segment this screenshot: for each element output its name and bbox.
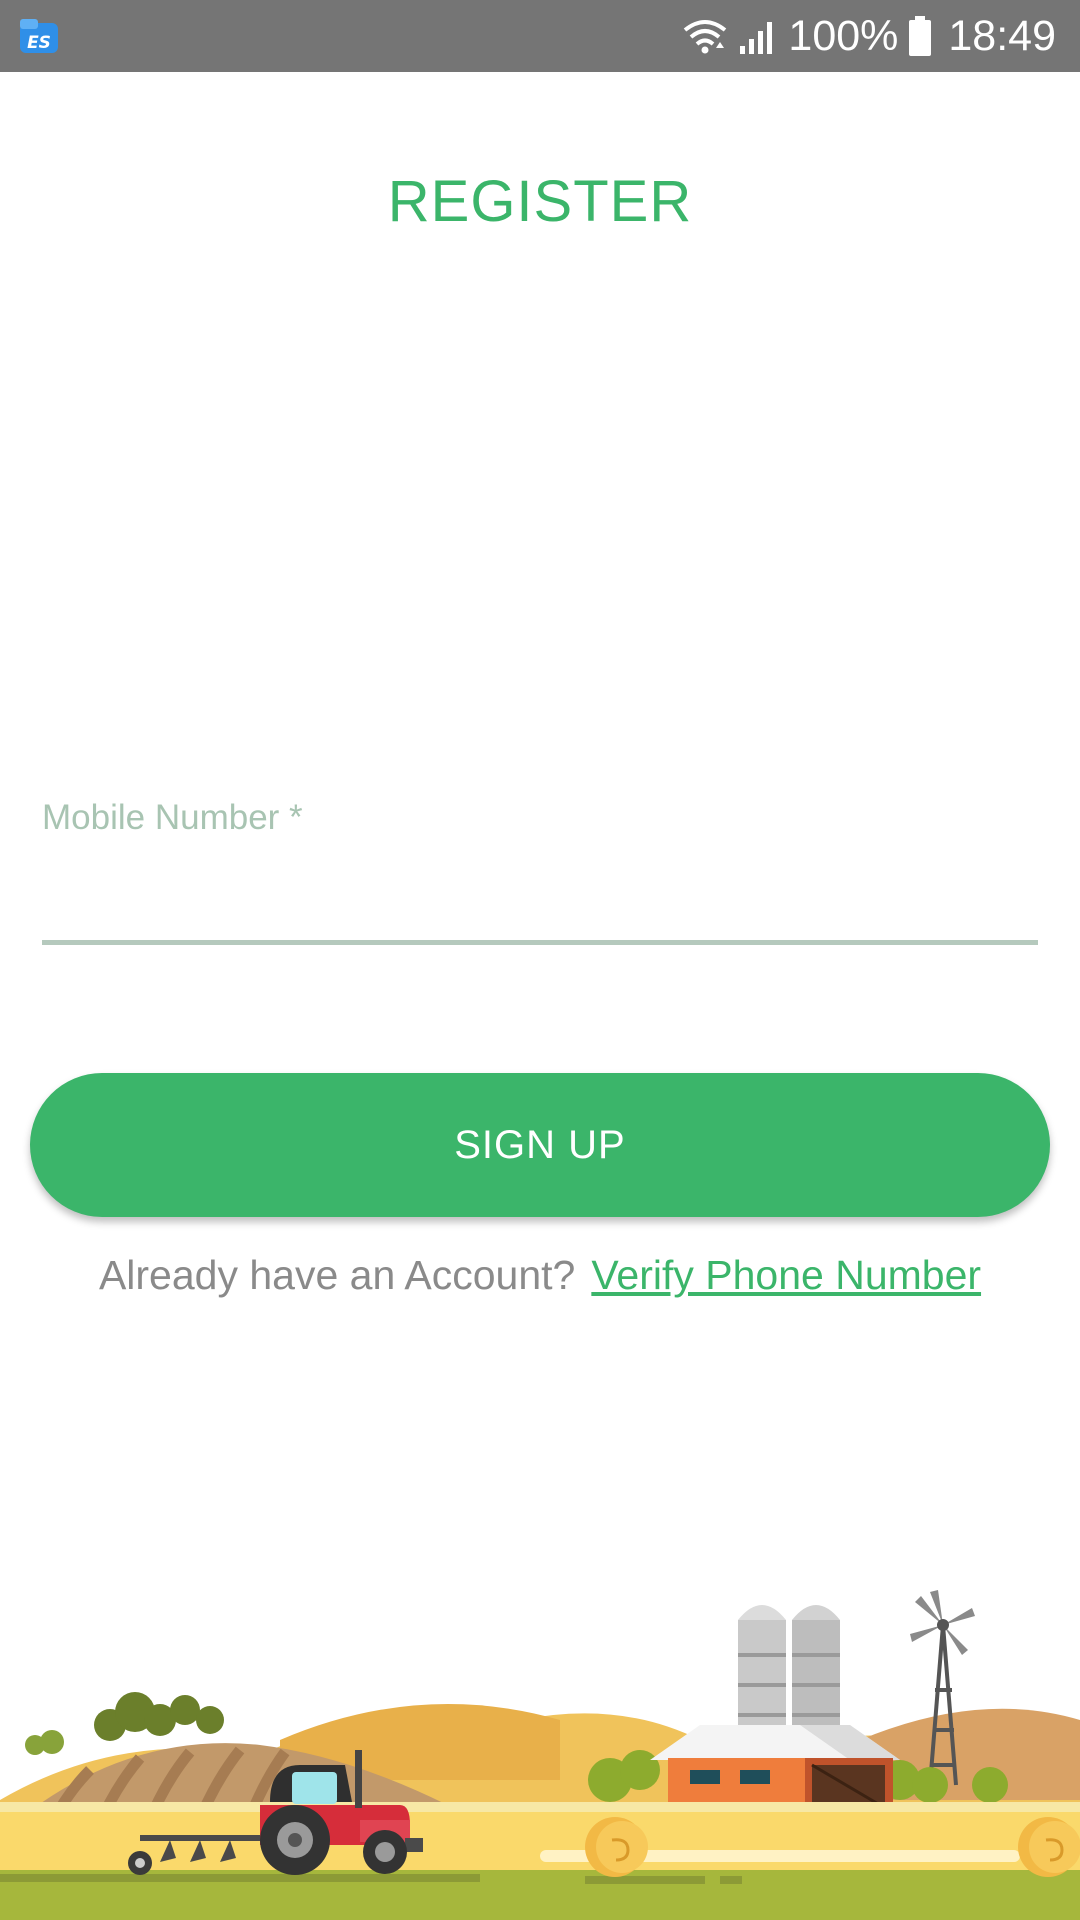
verify-phone-number-link[interactable]: Verify Phone Number (591, 1252, 981, 1299)
mobile-number-input[interactable] (42, 850, 1042, 940)
farm-illustration (0, 1590, 1080, 1920)
signal-icon (740, 22, 773, 54)
wifi-icon (684, 20, 727, 54)
barn-icon (650, 1725, 900, 1810)
account-prompt-row: Already have an Account? Verify Phone Nu… (0, 1252, 1080, 1299)
bushes-left (94, 1692, 224, 1741)
status-bar: ES 100% 18:49 (0, 0, 1080, 72)
battery-icon (909, 16, 932, 56)
mobile-number-underline (42, 940, 1038, 945)
bushes-left-small (25, 1730, 64, 1755)
account-prompt-text: Already have an Account? (98, 1252, 576, 1298)
page-title: REGISTER (387, 169, 693, 234)
sign-up-button[interactable]: SIGN UP (30, 1073, 1050, 1217)
es-file-explorer-icon: ES (20, 19, 58, 53)
clock: 18:49 (948, 12, 1056, 60)
status-icons: 100% 18:49 (682, 0, 1056, 72)
svg-text:ES: ES (27, 33, 51, 53)
battery-percentage: 100% (788, 12, 899, 60)
mobile-number-label: Mobile Number * (42, 798, 303, 837)
